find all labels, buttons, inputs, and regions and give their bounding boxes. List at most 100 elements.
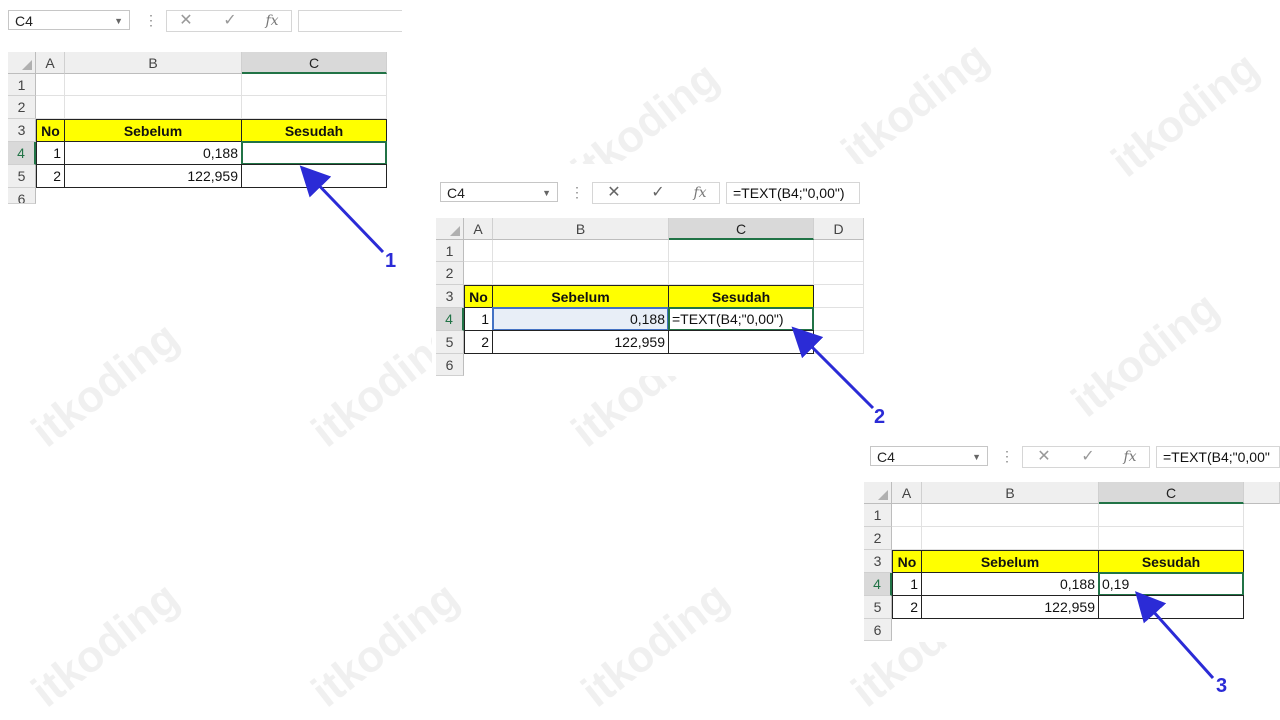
cell-c4[interactable]: 0,19 (1098, 572, 1244, 596)
header-cell-no[interactable]: No (892, 550, 922, 573)
cell-b5[interactable]: 122,959 (921, 595, 1099, 619)
cell-a5[interactable]: 2 (36, 164, 65, 188)
insert-function-icon[interactable]: fx (1115, 447, 1145, 467)
grid-cell[interactable] (669, 240, 814, 262)
row-header-1[interactable]: 1 (436, 240, 464, 262)
grid-cell[interactable] (669, 262, 814, 285)
cell-a5[interactable]: 2 (892, 595, 922, 619)
cell-b4[interactable]: 0,188 (492, 307, 669, 331)
row-header-3[interactable]: 3 (436, 285, 464, 308)
row-header-6[interactable]: 6 (864, 619, 892, 641)
insert-function-icon[interactable]: fx (257, 11, 287, 31)
cell-b5[interactable]: 122,959 (64, 164, 242, 188)
grid-cell[interactable] (814, 285, 864, 308)
grid-cell[interactable] (464, 240, 493, 262)
column-header-b[interactable]: B (922, 482, 1099, 504)
row-header-5[interactable]: 5 (8, 165, 36, 188)
cell-c4[interactable]: =TEXT(B4;"0,00") (668, 307, 814, 331)
grid-cell[interactable] (36, 96, 65, 119)
enter-check-icon[interactable]: ✓ (1073, 447, 1103, 467)
grid-cell[interactable] (36, 74, 65, 96)
cell-a4[interactable]: 1 (892, 572, 922, 596)
insert-function-icon[interactable]: fx (685, 183, 715, 203)
select-all-corner[interactable] (436, 218, 464, 240)
row-header-1[interactable]: 1 (864, 504, 892, 527)
chevron-down-icon[interactable]: ▼ (972, 447, 981, 467)
row-header-2[interactable]: 2 (436, 262, 464, 285)
enter-check-icon[interactable]: ✓ (643, 183, 673, 203)
row-header-5[interactable]: 5 (436, 331, 464, 354)
formula-input[interactable]: =TEXT(B4;"0,00" (1156, 446, 1280, 468)
row-header-5[interactable]: 5 (864, 596, 892, 619)
column-header-d[interactable] (1244, 482, 1280, 504)
header-cell-sesudah[interactable]: Sesudah (241, 119, 387, 142)
select-all-corner[interactable] (8, 52, 36, 74)
grid-cell[interactable] (242, 96, 387, 119)
cell-a4[interactable]: 1 (36, 141, 65, 165)
grid-cell[interactable] (493, 240, 669, 262)
grid-cell[interactable] (814, 308, 864, 331)
row-header-4[interactable]: 4 (436, 308, 464, 331)
header-cell-sebelum[interactable]: Sebelum (921, 550, 1099, 573)
grid-cell[interactable] (892, 527, 922, 550)
enter-check-icon[interactable]: ✓ (215, 11, 245, 31)
column-header-a[interactable]: A (892, 482, 922, 504)
column-header-a[interactable]: A (36, 52, 65, 74)
header-cell-sesudah[interactable]: Sesudah (1098, 550, 1244, 573)
cell-b4[interactable]: 0,188 (64, 141, 242, 165)
grid-cell[interactable] (892, 504, 922, 527)
row-header-2[interactable]: 2 (8, 96, 36, 119)
grid-cell[interactable] (1099, 504, 1244, 527)
cell-b4[interactable]: 0,188 (921, 572, 1099, 596)
cell-c5[interactable] (241, 164, 387, 188)
cell-c5[interactable] (1098, 595, 1244, 619)
grid-cell[interactable] (1099, 527, 1244, 550)
grid-cell[interactable] (242, 74, 387, 96)
column-header-a[interactable]: A (464, 218, 493, 240)
grid-cell[interactable] (493, 262, 669, 285)
column-header-d[interactable]: D (814, 218, 864, 240)
name-box[interactable]: C4 ▼ (870, 446, 988, 466)
row-header-6[interactable]: 6 (436, 354, 464, 376)
grid-cell[interactable] (922, 527, 1099, 550)
name-box[interactable]: C4 ▼ (440, 182, 558, 202)
header-cell-sebelum[interactable]: Sebelum (492, 285, 669, 308)
column-header-c[interactable]: C (1099, 482, 1244, 504)
row-header-4[interactable]: 4 (8, 142, 36, 165)
chevron-down-icon[interactable]: ▼ (114, 11, 123, 31)
header-cell-sebelum[interactable]: Sebelum (64, 119, 242, 142)
formula-input[interactable]: =TEXT(B4;"0,00") (726, 182, 860, 204)
cell-a4[interactable]: 1 (464, 307, 493, 331)
cancel-icon[interactable]: ✕ (599, 183, 629, 203)
column-header-b[interactable]: B (493, 218, 669, 240)
grid-cell[interactable] (65, 96, 242, 119)
grid-cell[interactable] (922, 504, 1099, 527)
grid-cell[interactable] (464, 262, 493, 285)
cell-c4[interactable] (241, 141, 387, 165)
select-all-corner[interactable] (864, 482, 892, 504)
column-header-c[interactable]: C (242, 52, 387, 74)
header-cell-no[interactable]: No (464, 285, 493, 308)
header-cell-sesudah[interactable]: Sesudah (668, 285, 814, 308)
cell-a5[interactable]: 2 (464, 330, 493, 354)
grid-cell[interactable] (814, 262, 864, 285)
header-cell-no[interactable]: No (36, 119, 65, 142)
row-header-3[interactable]: 3 (864, 550, 892, 573)
row-header-6[interactable]: 6 (8, 188, 36, 204)
column-header-c[interactable]: C (669, 218, 814, 240)
row-header-4[interactable]: 4 (864, 573, 892, 596)
name-box[interactable]: C4 ▼ (8, 10, 130, 30)
grid-cell[interactable] (65, 74, 242, 96)
column-header-b[interactable]: B (65, 52, 242, 74)
formula-input[interactable] (298, 10, 402, 32)
row-header-1[interactable]: 1 (8, 74, 36, 96)
row-header-3[interactable]: 3 (8, 119, 36, 142)
cell-c5[interactable] (668, 330, 814, 354)
grid-cell[interactable] (814, 331, 864, 354)
cell-b5[interactable]: 122,959 (492, 330, 669, 354)
cancel-icon[interactable]: ✕ (171, 11, 201, 31)
grid-cell[interactable] (814, 240, 864, 262)
row-header-2[interactable]: 2 (864, 527, 892, 550)
chevron-down-icon[interactable]: ▼ (542, 183, 551, 203)
cancel-icon[interactable]: ✕ (1029, 447, 1059, 467)
